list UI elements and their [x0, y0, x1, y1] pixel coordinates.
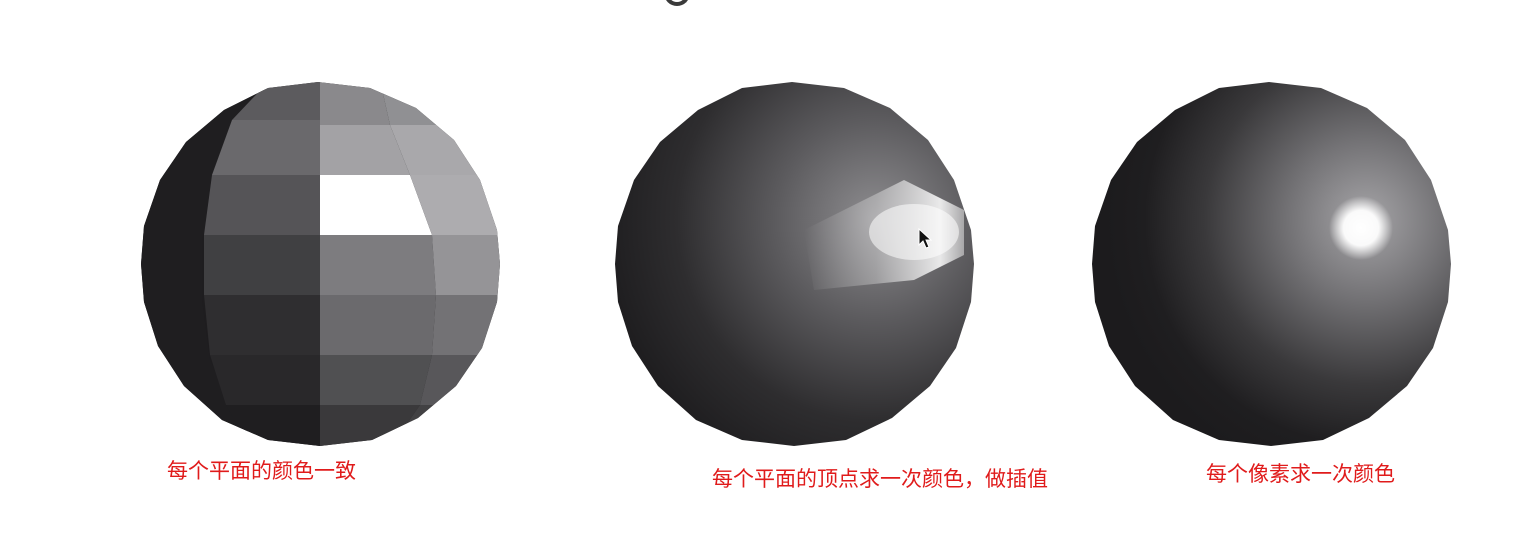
gouraud-shading-sphere-graphic [615, 82, 974, 446]
flat-shading-sphere [140, 80, 502, 448]
phong-shading-sphere [1091, 80, 1453, 448]
mouse-pointer-icon [918, 228, 932, 249]
shading-comparison-diagram: 每个平面的颜色一致 每个平面的顶点求一次颜色，做插值 每个像素求一次颜色 [0, 0, 1523, 547]
gouraud-shading-sphere [614, 80, 976, 448]
title-glyph-fragment [664, 0, 690, 6]
phong-shading-caption: 每个像素求一次颜色 [1206, 462, 1395, 486]
flat-shading-caption: 每个平面的颜色一致 [167, 459, 356, 483]
phong-shading-sphere-graphic [1092, 82, 1451, 446]
flat-shading-sphere-graphic [141, 82, 500, 446]
gouraud-shading-caption: 每个平面的顶点求一次颜色，做插值 [712, 467, 1048, 491]
